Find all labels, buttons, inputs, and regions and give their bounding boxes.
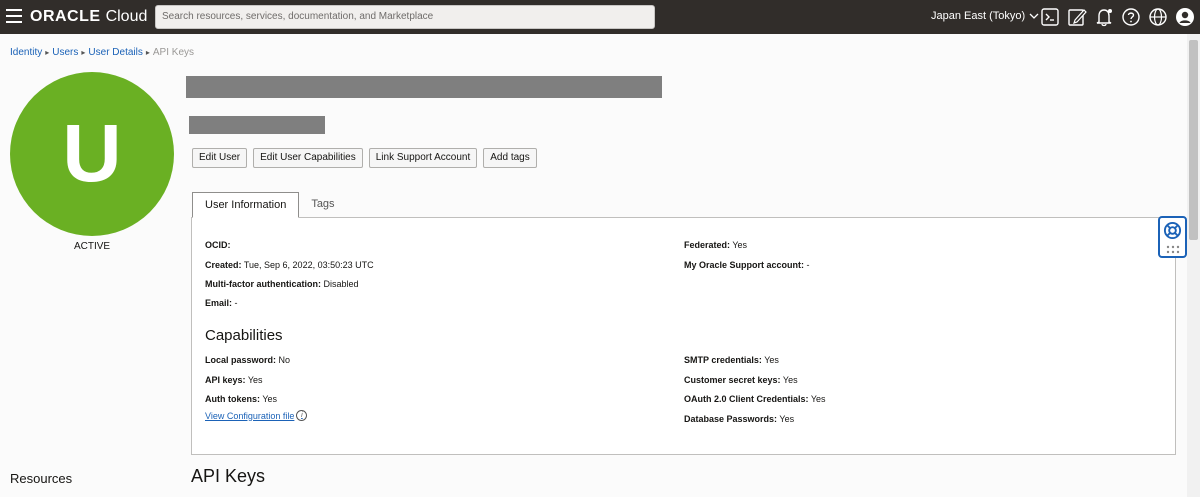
info-icon[interactable]: i: [296, 410, 308, 421]
email-label: Email:: [205, 298, 233, 308]
oauth-credentials-label: OAuth 2.0 Client Credentials:: [684, 394, 809, 404]
mfa-field: Multi-factor authentication: Disabled: [205, 279, 359, 289]
resources-heading: Resources: [10, 471, 73, 486]
view-configuration-file-label: View Configuration file: [205, 410, 295, 421]
breadcrumb: Identity ▸ Users ▸ User Details ▸ API Ke…: [10, 47, 194, 58]
menu-icon[interactable]: [6, 9, 22, 23]
breadcrumb-current: API Keys: [152, 47, 195, 58]
tab-tags[interactable]: Tags: [299, 192, 346, 218]
auth-tokens-label: Auth tokens:: [205, 394, 260, 404]
edit-user-capabilities-button[interactable]: Edit User Capabilities: [253, 148, 363, 168]
breadcrumb-user-details[interactable]: User Details: [88, 47, 142, 58]
federated-value: Yes: [732, 240, 748, 250]
created-value: Tue, Sep 6, 2022, 03:50:23 UTC: [243, 260, 374, 270]
edit-icon[interactable]: [1067, 7, 1087, 27]
user-avatar: U: [10, 72, 174, 236]
help-widget-button[interactable]: [1158, 216, 1187, 258]
lifebuoy-icon: [1163, 221, 1182, 240]
region-selector[interactable]: Japan East (Tokyo): [931, 10, 1039, 22]
smtp-credentials-value: Yes: [764, 355, 779, 365]
auth-tokens-value: Yes: [262, 394, 278, 404]
scrollbar-thumb[interactable]: [1189, 40, 1198, 240]
redacted-user-name: [186, 76, 662, 98]
email-field: Email: -: [205, 298, 238, 308]
help-icon[interactable]: [1121, 7, 1141, 27]
api-keys-label: API keys:: [205, 375, 246, 385]
avatar-letter: U: [62, 108, 122, 199]
customer-secret-keys-field: Customer secret keys: Yes: [684, 375, 798, 385]
edit-user-button[interactable]: Edit User: [192, 148, 248, 168]
created-label: Created:: [205, 260, 242, 270]
auth-tokens-field: Auth tokens: Yes: [205, 394, 277, 404]
breadcrumb-separator: ▸: [45, 48, 50, 57]
support-account-label: My Oracle Support account:: [684, 260, 805, 270]
view-configuration-file-link[interactable]: View Configuration file i: [205, 410, 308, 421]
region-label: Japan East (Tokyo): [931, 10, 1026, 22]
action-buttons: Edit User Edit User Capabilities Link Su…: [192, 148, 537, 168]
language-icon[interactable]: [1148, 7, 1168, 27]
smtp-credentials-field: SMTP credentials: Yes: [684, 355, 779, 365]
breadcrumb-identity[interactable]: Identity: [10, 47, 42, 58]
smtp-credentials-label: SMTP credentials:: [684, 355, 762, 365]
oauth-credentials-value: Yes: [810, 394, 826, 404]
oauth-credentials-field: OAuth 2.0 Client Credentials: Yes: [684, 394, 826, 404]
mfa-value: Disabled: [323, 279, 359, 289]
link-support-account-button[interactable]: Link Support Account: [368, 148, 478, 168]
database-passwords-value: Yes: [779, 414, 795, 424]
logo-oracle-text: ORACLE: [30, 8, 101, 25]
customer-secret-keys-value: Yes: [782, 375, 798, 385]
breadcrumb-separator: ▸: [81, 48, 86, 57]
oracle-cloud-logo[interactable]: ORACLE Cloud: [30, 6, 147, 28]
local-password-field: Local password: No: [205, 355, 290, 365]
cloud-shell-icon[interactable]: [1040, 7, 1060, 27]
created-field: Created: Tue, Sep 6, 2022, 03:50:23 UTC: [205, 260, 374, 270]
drag-handle-icon: [1166, 245, 1180, 254]
api-keys-field: API keys: Yes: [205, 375, 263, 385]
ocid-field: OCID:: [205, 240, 231, 250]
mfa-label: Multi-factor authentication:: [205, 279, 321, 289]
ocid-label: OCID:: [205, 240, 231, 250]
federated-field: Federated: Yes: [684, 240, 747, 250]
local-password-value: No: [278, 355, 291, 365]
logo-cloud-text: Cloud: [105, 8, 148, 25]
database-passwords-label: Database Passwords:: [684, 414, 778, 424]
notifications-icon[interactable]: [1094, 7, 1114, 27]
top-navigation-bar: ORACLE Cloud Search resources, services,…: [0, 0, 1200, 34]
database-passwords-field: Database Passwords: Yes: [684, 414, 794, 424]
breadcrumb-separator: ▸: [145, 48, 150, 57]
search-input[interactable]: Search resources, services, documentatio…: [155, 5, 655, 29]
breadcrumb-users[interactable]: Users: [52, 47, 78, 58]
capabilities-heading: Capabilities: [205, 327, 283, 344]
support-account-value: -: [806, 260, 810, 270]
chevron-down-icon: [1029, 13, 1039, 19]
email-value: -: [234, 298, 238, 308]
redacted-user-detail: [189, 116, 325, 134]
api-keys-value: Yes: [247, 375, 263, 385]
status-label: ACTIVE: [73, 241, 111, 252]
federated-label: Federated:: [684, 240, 731, 250]
tab-user-information[interactable]: User Information: [192, 192, 300, 218]
tabs: User Information Tags: [192, 192, 347, 218]
add-tags-button[interactable]: Add tags: [483, 148, 537, 168]
api-keys-heading: API Keys: [191, 466, 266, 486]
local-password-label: Local password:: [205, 355, 277, 365]
support-account-field: My Oracle Support account: -: [684, 260, 810, 270]
customer-secret-keys-label: Customer secret keys:: [684, 375, 781, 385]
profile-icon[interactable]: [1175, 7, 1195, 27]
